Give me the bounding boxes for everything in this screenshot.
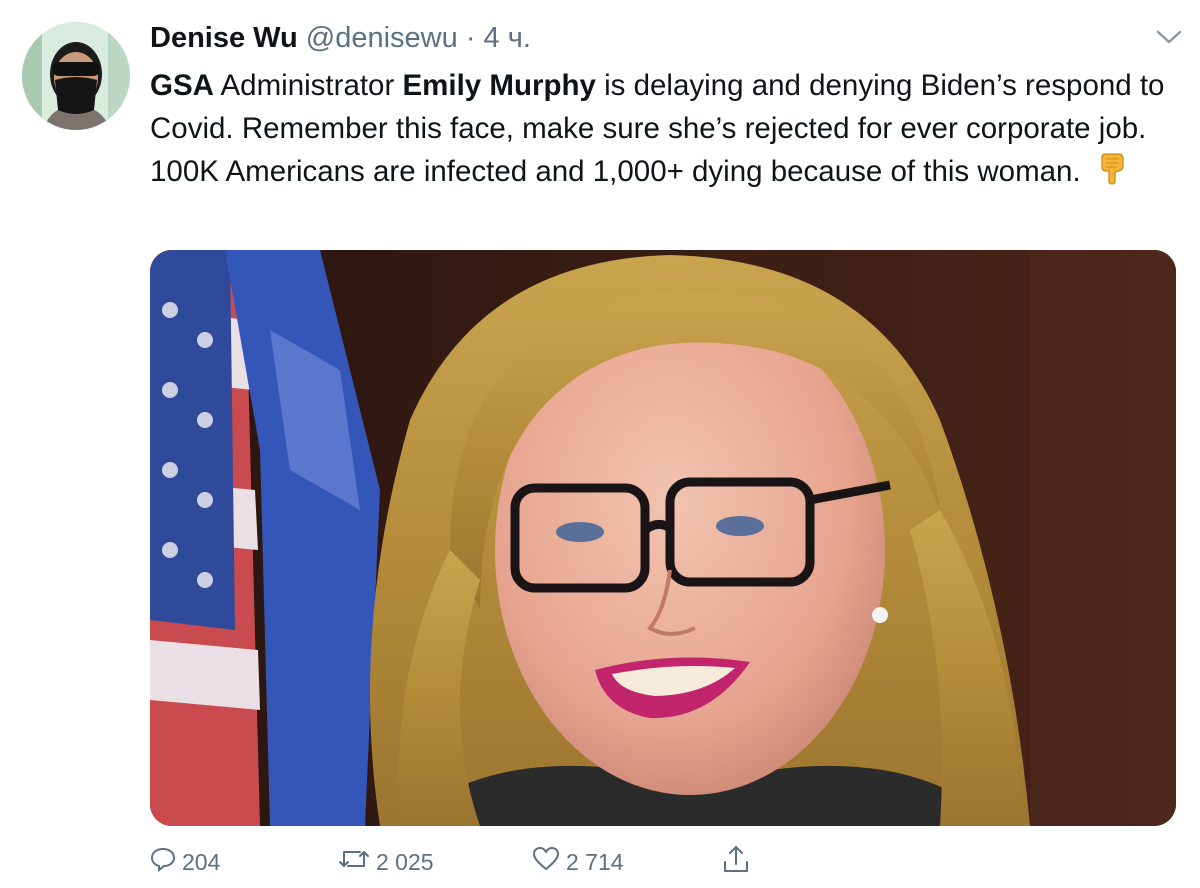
like-count: 2 714 — [566, 848, 624, 875]
share-button[interactable] — [722, 844, 750, 880]
author-avatar[interactable] — [22, 22, 130, 130]
chevron-down-icon[interactable] — [1152, 24, 1186, 50]
retweet-count: 2 025 — [376, 848, 434, 875]
tweet-header: Denise Wu @denisewu · 4 ч. — [150, 20, 531, 56]
retweet-icon — [338, 846, 370, 878]
reply-count: 204 — [182, 848, 221, 875]
reply-button[interactable]: 204 — [150, 844, 220, 880]
tweet-action-bar: 204 2 025 2 714 — [0, 838, 1200, 888]
text-gsa: GSA — [150, 69, 214, 102]
author-name[interactable]: Denise Wu — [150, 22, 298, 54]
text-emily-murphy: Emily Murphy — [402, 69, 596, 102]
heart-icon — [532, 846, 560, 878]
comment-icon — [150, 846, 176, 878]
tweet-photo[interactable] — [150, 250, 1176, 826]
tweet-text: GSA Administrator Emily Murphy is delayi… — [150, 64, 1185, 193]
text-segment: Administrator — [213, 69, 403, 102]
author-handle[interactable]: @denisewu — [306, 22, 458, 54]
tweet-timestamp[interactable]: 4 ч. — [484, 22, 531, 54]
like-button[interactable]: 2 714 — [532, 844, 624, 880]
avatar-photo — [22, 22, 130, 130]
separator-dot: · — [465, 22, 476, 54]
retweet-button[interactable]: 2 025 — [338, 844, 434, 880]
pointing-down-emoji-icon — [1097, 151, 1127, 185]
share-icon — [722, 844, 750, 880]
